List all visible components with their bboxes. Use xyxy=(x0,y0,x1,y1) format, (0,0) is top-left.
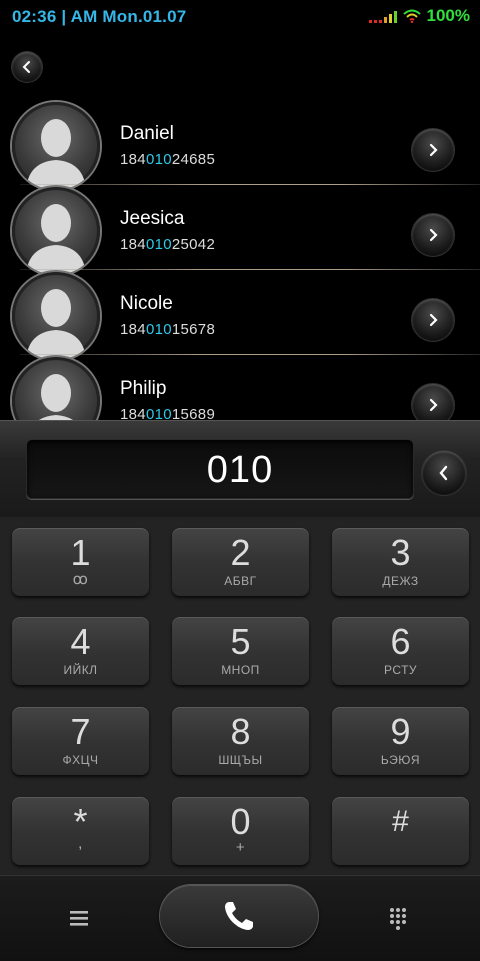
number-part: 184 xyxy=(120,151,146,168)
contact-avatar xyxy=(12,272,100,360)
contact-detail-button[interactable] xyxy=(412,299,454,341)
key-letters: ЬЭЮЯ xyxy=(380,753,421,767)
key-8[interactable]: 8 ШЩЪЫ xyxy=(172,707,309,775)
contact-row[interactable]: Philip 18401015689 xyxy=(0,355,480,420)
person-silhouette-icon xyxy=(38,374,74,420)
backspace-button[interactable] xyxy=(422,451,466,495)
contact-name: Jeesica xyxy=(120,208,185,229)
number-match-highlight: 010 xyxy=(145,151,172,168)
contact-avatar xyxy=(12,102,100,190)
battery-level: 100% xyxy=(426,6,470,25)
key-star[interactable]: * , xyxy=(12,797,149,865)
contact-name: Daniel xyxy=(120,123,174,144)
wifi-icon xyxy=(402,9,421,23)
key-digit: 3 xyxy=(390,532,411,573)
dialpad-icon xyxy=(390,908,406,930)
contact-detail-button[interactable] xyxy=(412,214,454,256)
back-button[interactable] xyxy=(12,52,42,82)
key-2[interactable]: 2 АБВГ xyxy=(172,528,309,596)
dial-keypad: 1 ꝏ 2 АБВГ 3 ДЕЖЗ 4 ИЙКЛ 5 МНОП 6 РСТУ 7… xyxy=(0,517,480,875)
number-match-highlight: 010 xyxy=(145,406,172,420)
status-time: 02:36 | AM Mon.01.07 xyxy=(12,7,187,26)
chevron-right-icon xyxy=(429,143,438,157)
contact-row[interactable]: Daniel 18401024685 xyxy=(0,100,480,190)
number-match-highlight: 010 xyxy=(145,321,172,338)
contact-avatar xyxy=(12,357,100,420)
contact-number: 18401025042 xyxy=(120,236,215,253)
voicemail-icon: ꝏ xyxy=(72,571,89,588)
person-silhouette-icon xyxy=(26,119,86,190)
key-3[interactable]: 3 ДЕЖЗ xyxy=(332,528,469,596)
key-digit: 4 xyxy=(70,621,91,662)
contact-detail-button[interactable] xyxy=(412,129,454,171)
number-match-highlight: 010 xyxy=(145,236,172,253)
dialpad-toggle-button[interactable] xyxy=(386,906,414,932)
call-button[interactable] xyxy=(160,885,318,947)
chevron-left-icon xyxy=(22,61,30,73)
menu-icon xyxy=(70,911,88,926)
contact-number: 18401015689 xyxy=(120,406,215,420)
key-digit: 2 xyxy=(230,532,251,573)
number-part: 25042 xyxy=(171,236,216,253)
key-9[interactable]: 9 ЬЭЮЯ xyxy=(332,707,469,775)
key-letters: ДЕЖЗ xyxy=(382,574,419,588)
number-part: 15678 xyxy=(171,321,216,338)
chevron-right-icon xyxy=(429,398,438,412)
key-digit: 1 xyxy=(70,532,91,573)
key-digit: 9 xyxy=(390,711,411,752)
key-letters: ШЩЪЫ xyxy=(218,753,263,767)
status-bar: 02:36 | AM Mon.01.07 100% xyxy=(0,0,480,34)
contact-name: Nicole xyxy=(120,293,173,314)
key-letters: МНОП xyxy=(221,663,260,677)
contact-suggestions-list: Daniel 18401024685 Jeesica 18401025042 N… xyxy=(0,100,480,420)
entered-number: 010 xyxy=(206,449,274,491)
key-letters: ИЙКЛ xyxy=(63,663,98,677)
number-part: 184 xyxy=(120,236,146,253)
phone-icon xyxy=(225,902,253,930)
contact-name: Philip xyxy=(120,378,167,399)
contact-avatar xyxy=(12,187,100,275)
key-7[interactable]: 7 ФХЦЧ xyxy=(12,707,149,775)
number-part: 24685 xyxy=(171,151,216,168)
status-indicators: 100% xyxy=(368,6,470,26)
key-letters: , xyxy=(78,835,83,852)
key-hash[interactable]: # xyxy=(332,797,469,865)
key-digit: 5 xyxy=(230,621,251,662)
key-digit: 0 xyxy=(230,801,251,842)
key-letters: ФХЦЧ xyxy=(62,753,99,767)
key-5[interactable]: 5 МНОП xyxy=(172,617,309,685)
number-part: 184 xyxy=(120,406,146,420)
chevron-right-icon xyxy=(429,228,438,242)
menu-button[interactable] xyxy=(66,906,96,932)
key-4[interactable]: 4 ИЙКЛ xyxy=(12,617,149,685)
person-silhouette-icon xyxy=(26,289,86,360)
key-digit: 8 xyxy=(230,711,251,752)
bottom-action-bar xyxy=(0,875,480,961)
contact-row[interactable]: Nicole 18401015678 xyxy=(0,270,480,360)
key-digit: 7 xyxy=(70,711,91,752)
key-digit: # xyxy=(392,805,409,838)
key-letters: + xyxy=(235,839,246,856)
contact-row[interactable]: Jeesica 18401025042 xyxy=(0,185,480,275)
contact-detail-button[interactable] xyxy=(412,384,454,420)
number-part: 184 xyxy=(120,321,146,338)
person-silhouette-icon xyxy=(26,204,86,275)
key-6[interactable]: 6 РСТУ xyxy=(332,617,469,685)
contact-number: 18401024685 xyxy=(120,151,215,168)
signal-strength-icon xyxy=(368,9,397,23)
key-1[interactable]: 1 ꝏ xyxy=(12,528,149,596)
contact-number: 18401015678 xyxy=(120,321,215,338)
chevron-left-icon xyxy=(439,465,448,481)
key-letters: РСТУ xyxy=(383,663,418,677)
chevron-right-icon xyxy=(429,313,438,327)
number-part: 15689 xyxy=(171,406,216,420)
key-digit: 6 xyxy=(390,621,411,662)
key-letters: АБВГ xyxy=(224,574,257,588)
key-0[interactable]: 0 + xyxy=(172,797,309,865)
